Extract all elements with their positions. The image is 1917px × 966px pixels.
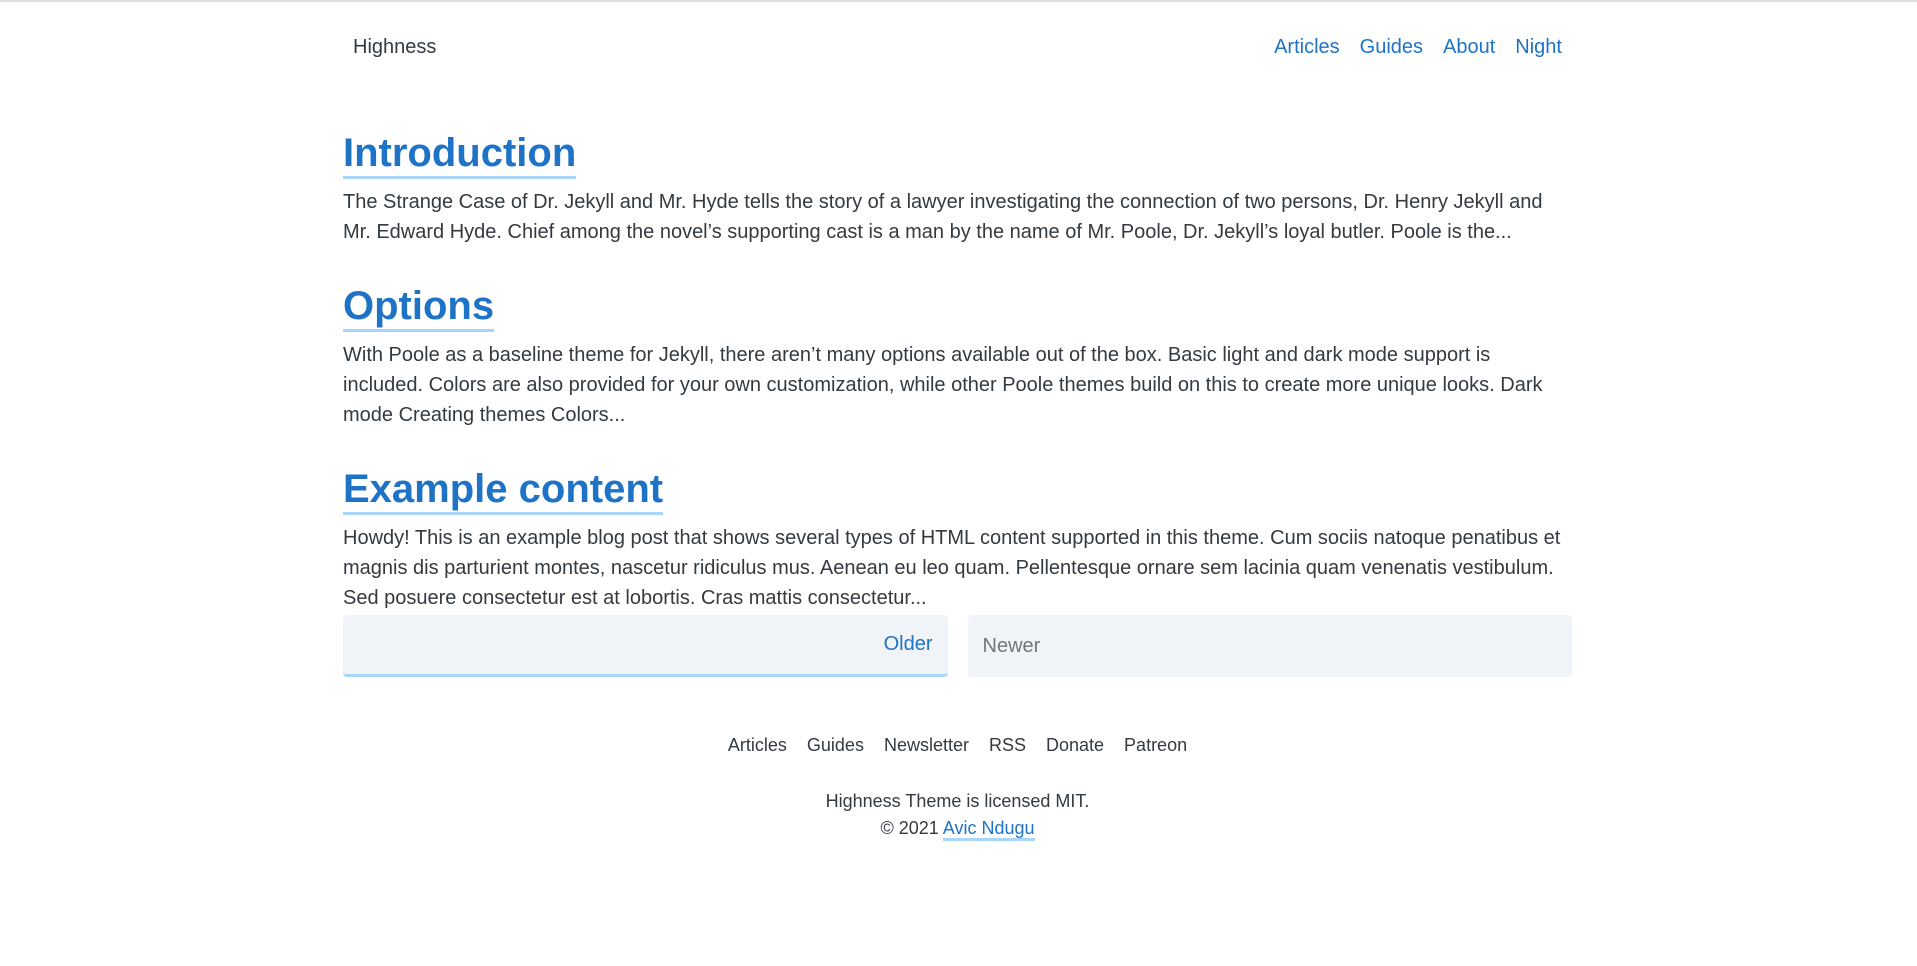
footer: Articles Guides Newsletter RSS Donate Pa… xyxy=(343,735,1572,842)
newer-posts-disabled: Newer xyxy=(967,615,1572,677)
footer-link-guides[interactable]: Guides xyxy=(807,735,864,756)
author-link[interactable]: Avic Ndugu xyxy=(942,818,1035,841)
post-list: Introduction The Strange Case of Dr. Jek… xyxy=(343,130,1572,677)
footer-link-donate[interactable]: Donate xyxy=(1046,735,1104,756)
copyright-line: © 2021 Avic Ndugu xyxy=(343,815,1572,842)
post-excerpt: Howdy! This is an example blog post that… xyxy=(343,527,1561,609)
copyright-text: © 2021 xyxy=(880,818,939,838)
post-item: Introduction The Strange Case of Dr. Jek… xyxy=(343,130,1572,247)
older-posts-button[interactable]: Older xyxy=(343,615,948,677)
nav-night-toggle[interactable]: Night xyxy=(1515,36,1562,59)
footer-link-rss[interactable]: RSS xyxy=(989,735,1026,756)
post-heading: Options xyxy=(343,283,1572,332)
post-heading: Example content xyxy=(343,466,1572,515)
footer-link-patreon[interactable]: Patreon xyxy=(1124,735,1187,756)
pagination: Older Newer xyxy=(343,615,1572,677)
site-title-link[interactable]: Highness xyxy=(353,36,436,59)
masthead: Highness Articles Guides About Night xyxy=(343,30,1572,64)
license-text: Highness Theme is licensed MIT. xyxy=(825,791,1090,811)
post-excerpt: The Strange Case of Dr. Jekyll and Mr. H… xyxy=(343,191,1543,243)
nav-about[interactable]: About xyxy=(1443,36,1495,59)
footer-license: Highness Theme is licensed MIT. © 2021 A… xyxy=(343,788,1572,842)
footer-link-newsletter[interactable]: Newsletter xyxy=(884,735,969,756)
top-nav: Articles Guides About Night xyxy=(1274,36,1562,59)
post-title-link[interactable]: Options xyxy=(343,283,495,332)
post-heading: Introduction xyxy=(343,130,1572,179)
footer-nav: Articles Guides Newsletter RSS Donate Pa… xyxy=(343,735,1572,756)
post-title-link[interactable]: Introduction xyxy=(343,130,577,179)
post-item: Example content Howdy! This is an exampl… xyxy=(343,466,1572,613)
post-title-link[interactable]: Example content xyxy=(343,466,664,515)
footer-link-articles[interactable]: Articles xyxy=(728,735,787,756)
nav-articles[interactable]: Articles xyxy=(1274,36,1340,59)
nav-guides[interactable]: Guides xyxy=(1360,36,1423,59)
post-excerpt: With Poole as a baseline theme for Jekyl… xyxy=(343,344,1543,426)
post-item: Options With Poole as a baseline theme f… xyxy=(343,283,1572,430)
